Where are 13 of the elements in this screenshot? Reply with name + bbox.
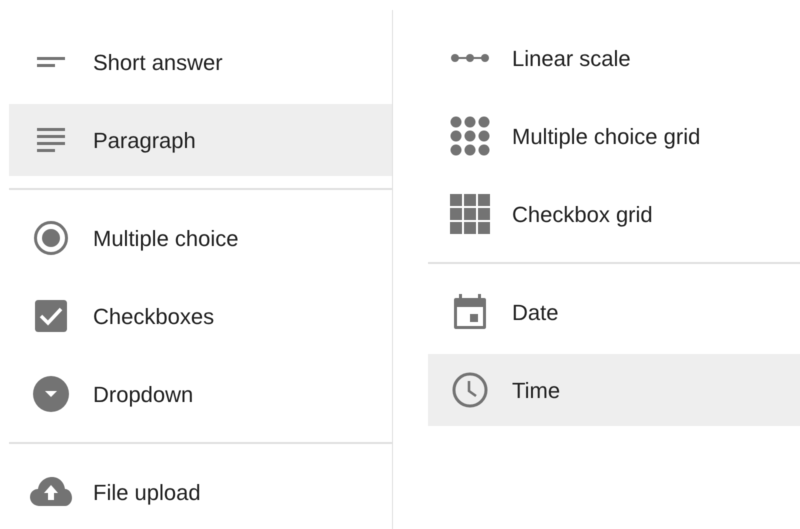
dot-grid-icon [450,116,490,156]
paragraph-lines-icon [36,127,66,153]
cloud-upload-icon [30,477,72,507]
checkbox-icon [35,300,67,332]
calendar-icon [453,294,487,330]
square-grid-icon [450,194,490,234]
short-text-icon [36,55,66,69]
radio-icon [33,220,69,256]
linear-scale-icon [451,53,489,63]
question-type-item[interactable]: Time [428,354,800,426]
question-type-item[interactable]: Paragraph [9,104,392,176]
clock-icon [452,372,488,408]
dropdown-icon [33,376,69,412]
